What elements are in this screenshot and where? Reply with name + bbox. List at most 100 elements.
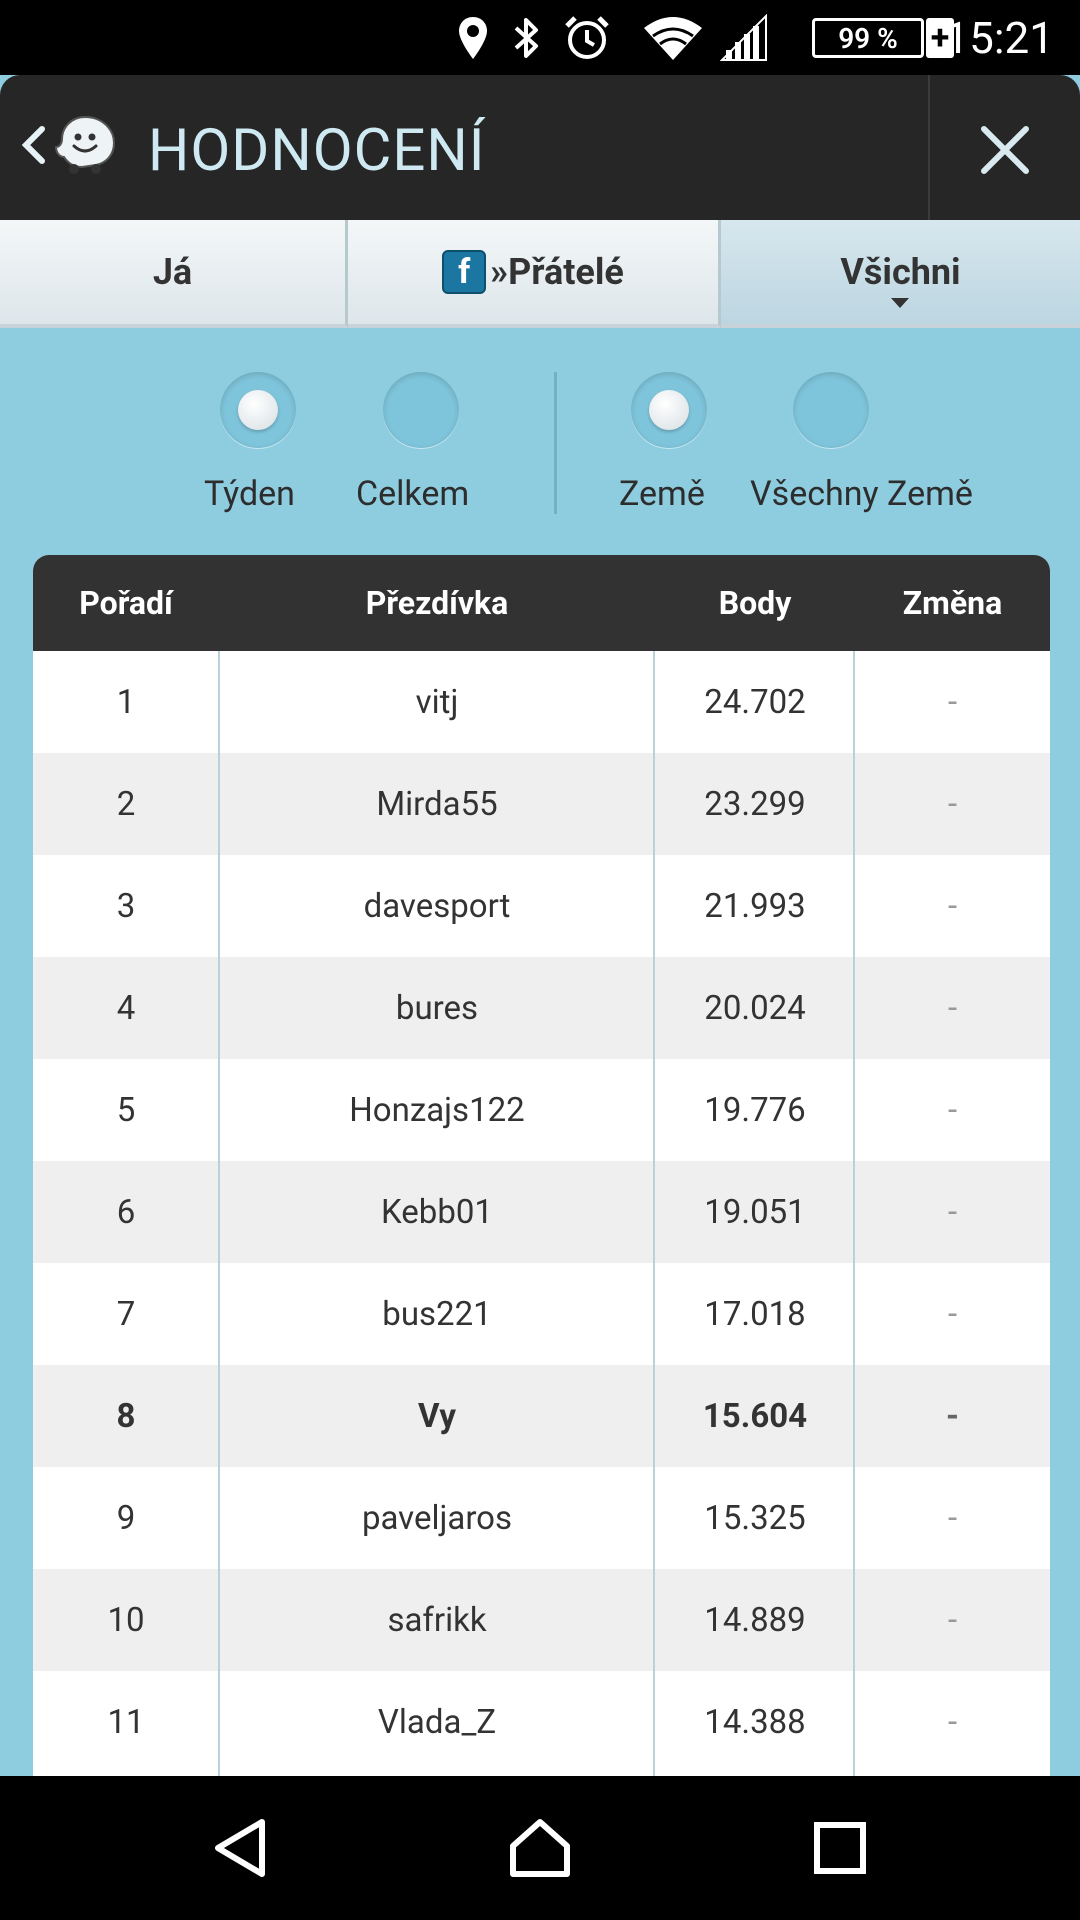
change-cell: - [947,1702,958,1742]
tab-everyone-label: Všichni [840,251,961,293]
radio-total-label[interactable]: Celkem [356,474,469,514]
leaderboard-table: Pořadí Přezdívka Body Změna 1 vitj 24.70… [33,555,1050,1777]
change-cell: - [947,784,958,824]
table-row[interactable]: 6 Kebb01 19.051 - [33,1161,1050,1263]
tab-friends[interactable]: f »Přátelé [348,220,721,328]
table-row[interactable]: 5 Honzajs122 19.776 - [33,1059,1050,1161]
rank-cell: 5 [116,1090,136,1130]
home-icon [510,1819,570,1877]
nickname-cell: Kebb01 [381,1192,493,1232]
status-bar: 99 % + 15:21 [0,0,1080,75]
location-icon [456,12,490,64]
tab-bar: Já f »Přátelé Všichni [0,220,1080,328]
change-cell: - [947,1498,958,1538]
tab-everyone[interactable]: Všichni [721,220,1080,328]
tab-me[interactable]: Já [0,220,348,328]
change-cell: - [947,1090,958,1130]
nickname-cell: Honzajs122 [349,1090,525,1130]
close-button[interactable] [960,115,1050,185]
nickname-cell: Mirda55 [376,784,498,824]
nickname-cell: davesport [363,886,511,926]
header-nickname[interactable]: Přezdívka [219,584,655,622]
radio-week[interactable] [220,372,296,448]
waze-logo-icon[interactable] [52,111,118,177]
battery-icon: 99 % + [812,16,954,60]
rank-cell: 6 [116,1192,136,1232]
table-row-current-user[interactable]: 8 Vy 15.604 - [33,1365,1050,1467]
header-points[interactable]: Body [655,584,855,622]
header-change[interactable]: Změna [855,584,1050,622]
change-cell: - [945,1396,959,1436]
page-title: HODNOCENÍ [148,117,486,185]
column-divider [853,651,855,1777]
rank-cell: 7 [116,1294,136,1334]
nickname-cell: paveljaros [361,1498,513,1538]
nickname-cell: bures [395,988,479,1028]
radio-country[interactable] [631,372,707,448]
app-bar: HODNOCENÍ [0,75,1080,220]
nickname-cell: Vy [418,1396,456,1436]
points-cell: 19.776 [704,1090,806,1130]
rank-cell: 2 [116,784,136,824]
table-row[interactable]: 10 safrikk 14.889 - [33,1569,1050,1671]
rank-cell: 11 [107,1702,145,1742]
rank-cell: 4 [116,988,136,1028]
filter-divider [554,372,557,514]
change-cell: - [947,682,958,722]
system-nav-bar [0,1776,1080,1920]
points-cell: 21.993 [704,886,806,926]
nav-back-button[interactable] [200,1808,280,1888]
points-cell: 24.702 [704,682,806,722]
back-triangle-icon [215,1819,265,1877]
radio-total[interactable] [383,372,459,448]
change-cell: - [947,1294,958,1334]
points-cell: 15.604 [702,1396,808,1436]
radio-all-countries[interactable] [793,372,869,448]
nickname-cell: safrikk [387,1600,487,1640]
column-divider [218,651,220,1777]
nav-recents-button[interactable] [800,1808,880,1888]
rank-cell: 10 [107,1600,145,1640]
radio-week-label[interactable]: Týden [204,474,295,514]
table-row[interactable]: 11 Vlada_Z 14.388 - [33,1671,1050,1773]
table-row[interactable]: 2 Mirda55 23.299 - [33,753,1050,855]
close-icon [981,126,1029,174]
tab-friends-label: »Přátelé [490,251,624,293]
alarm-icon [563,12,611,64]
app-bar-divider [928,75,930,220]
nav-home-button[interactable] [500,1808,580,1888]
rank-cell: 9 [116,1498,136,1538]
table-row[interactable]: 1 vitj 24.702 - [33,651,1050,753]
table-header: Pořadí Přezdívka Body Změna [33,555,1050,651]
facebook-icon: f [442,250,487,294]
radio-country-label[interactable]: Země [619,474,705,514]
points-cell: 15.325 [704,1498,806,1538]
radio-all-countries-label[interactable]: Všechny Země [750,474,973,514]
status-time: 15:21 [944,12,1054,64]
wifi-icon [642,12,704,64]
rank-cell: 1 [116,682,136,722]
rank-cell: 8 [116,1396,136,1436]
points-cell: 20.024 [704,988,806,1028]
points-cell: 23.299 [704,784,806,824]
nickname-cell: vitj [415,682,459,722]
back-chevron-icon[interactable] [18,119,48,171]
signal-icon [720,12,768,64]
nickname-cell: Vlada_Z [377,1702,497,1742]
table-row[interactable]: 4 bures 20.024 - [33,957,1050,1059]
table-row[interactable]: 3 davesport 21.993 - [33,855,1050,957]
rank-cell: 3 [116,886,136,926]
column-divider [653,651,655,1777]
tab-me-label: Já [152,251,193,293]
table-row[interactable]: 9 paveljaros 15.325 - [33,1467,1050,1569]
change-cell: - [947,988,958,1028]
points-cell: 14.889 [704,1600,806,1640]
chevron-down-icon [891,298,909,308]
points-cell: 17.018 [704,1294,806,1334]
change-cell: - [947,1192,958,1232]
filter-panel: Týden Celkem Země Všechny Země [0,328,1080,528]
nickname-cell: bus221 [382,1294,492,1334]
header-rank[interactable]: Pořadí [33,584,219,622]
table-row[interactable]: 7 bus221 17.018 - [33,1263,1050,1365]
points-cell: 14.388 [704,1702,806,1742]
